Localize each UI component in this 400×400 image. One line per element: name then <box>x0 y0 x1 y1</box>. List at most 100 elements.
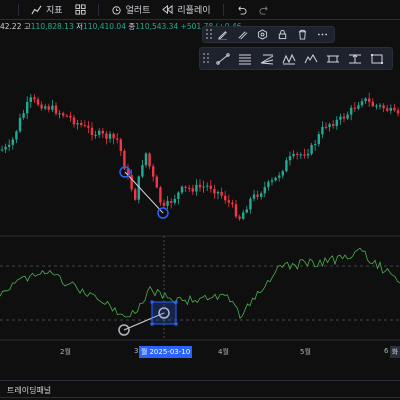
candle-body <box>389 107 392 111</box>
candle-body <box>98 130 101 135</box>
candle-body <box>209 185 212 189</box>
drawing-tools-bar[interactable] <box>199 47 393 70</box>
candle-body <box>180 186 184 193</box>
candle-body <box>371 101 374 107</box>
candle-body <box>260 193 263 197</box>
candle-body <box>360 101 364 106</box>
elliott-wave-icon[interactable] <box>300 49 321 68</box>
candle-body <box>69 115 72 118</box>
x-axis-tick: 5월 <box>300 348 311 356</box>
replay-label: 리플레이 <box>177 6 211 16</box>
projection-icon[interactable] <box>322 49 343 68</box>
candle-body <box>54 105 58 114</box>
selection-corner-handle <box>174 300 178 304</box>
candle-body <box>328 124 331 127</box>
candle-body <box>198 184 202 188</box>
legend-close: 110,543.34 <box>135 22 179 31</box>
candle-body <box>119 139 122 151</box>
undo-button[interactable] <box>230 0 253 20</box>
pattern-icon[interactable] <box>278 49 299 68</box>
pitchfork-icon[interactable] <box>256 49 277 68</box>
candle-body <box>314 144 317 146</box>
candle-body <box>90 127 94 136</box>
candle-body <box>170 200 173 203</box>
candle-body <box>159 187 162 203</box>
grid-layout-icon <box>75 4 86 15</box>
candle-body <box>306 153 310 156</box>
candle-body <box>134 189 137 200</box>
candle-body <box>130 175 133 190</box>
candle-body <box>65 115 68 117</box>
fib-retracement-icon[interactable] <box>234 49 255 68</box>
candle-body <box>224 195 227 201</box>
candle-body <box>18 117 22 132</box>
pane-separators <box>0 235 400 341</box>
drag-handle[interactable] <box>206 29 212 40</box>
candle-body <box>108 133 112 139</box>
candle-body <box>288 156 292 161</box>
rectangle-icon[interactable] <box>366 49 387 68</box>
pen-icon[interactable] <box>214 28 232 42</box>
candle-body <box>26 102 29 114</box>
x-axis-tick: 3 <box>134 347 139 355</box>
replay-button[interactable]: 리플레이 <box>156 0 216 20</box>
legend-high-label: 고 <box>23 22 31 31</box>
candle-body <box>58 113 61 115</box>
candle-body <box>87 125 90 128</box>
candle-body <box>202 186 205 188</box>
candle-body <box>368 98 371 102</box>
more-icon[interactable] <box>313 28 331 42</box>
candle-body <box>44 106 47 109</box>
candle-body <box>375 105 378 107</box>
candlestick-series <box>0 92 400 221</box>
candle-body <box>335 119 338 126</box>
x-axis-tick: 6 <box>384 347 389 355</box>
indicators-button[interactable]: 지표 <box>25 0 69 20</box>
trash-icon[interactable] <box>293 28 311 42</box>
candle-body <box>353 107 356 109</box>
drag-handle[interactable] <box>203 53 209 64</box>
trendline-icon[interactable] <box>212 49 233 68</box>
candle-body <box>47 106 50 110</box>
price-range-icon[interactable] <box>344 49 365 68</box>
candle-body <box>310 144 313 154</box>
candle-body <box>270 180 274 182</box>
alerts-button[interactable]: 얼러트 <box>105 0 157 20</box>
layout-button[interactable] <box>69 0 92 20</box>
settings-hex-icon[interactable] <box>254 28 272 42</box>
lock-icon[interactable] <box>273 28 291 42</box>
candle-body <box>15 131 18 140</box>
candle-body <box>141 165 144 177</box>
candle-body <box>296 153 299 155</box>
candle-body <box>238 216 241 219</box>
selection-corner-handle <box>150 322 154 326</box>
x-axis-tick: 2월 <box>60 348 71 356</box>
style-icon[interactable] <box>234 28 252 42</box>
candle-body <box>83 125 86 127</box>
candle-body <box>274 177 277 181</box>
candle-body <box>234 204 238 217</box>
indicators-icon <box>31 5 42 15</box>
candle-body <box>242 212 245 219</box>
candle-body <box>166 200 169 206</box>
redo-button[interactable] <box>253 0 276 20</box>
candle-body <box>188 187 191 189</box>
undo-icon <box>237 6 247 15</box>
trading-panel-label: 트레이딩패널 <box>7 386 52 395</box>
floating-drawing-toolbox[interactable] <box>202 26 335 43</box>
toolbar-divider <box>97 3 99 16</box>
trading-panel-bar[interactable]: 트레이딩패널 <box>0 380 400 400</box>
selection-corner-handle <box>174 322 178 326</box>
candle-body <box>116 138 119 140</box>
candle-body <box>281 171 284 176</box>
chart-menu-area[interactable] <box>0 0 12 20</box>
time-axis-edge-label: 화 <box>390 346 400 358</box>
candle-body <box>324 126 328 128</box>
candle-body <box>256 194 259 197</box>
drawing-layer[interactable] <box>118 166 178 340</box>
candle-body <box>278 175 281 178</box>
legend-low: 110,410.04 <box>83 22 126 31</box>
candle-body <box>22 113 25 118</box>
bottom-divider <box>0 397 400 398</box>
candle-body <box>350 107 353 115</box>
